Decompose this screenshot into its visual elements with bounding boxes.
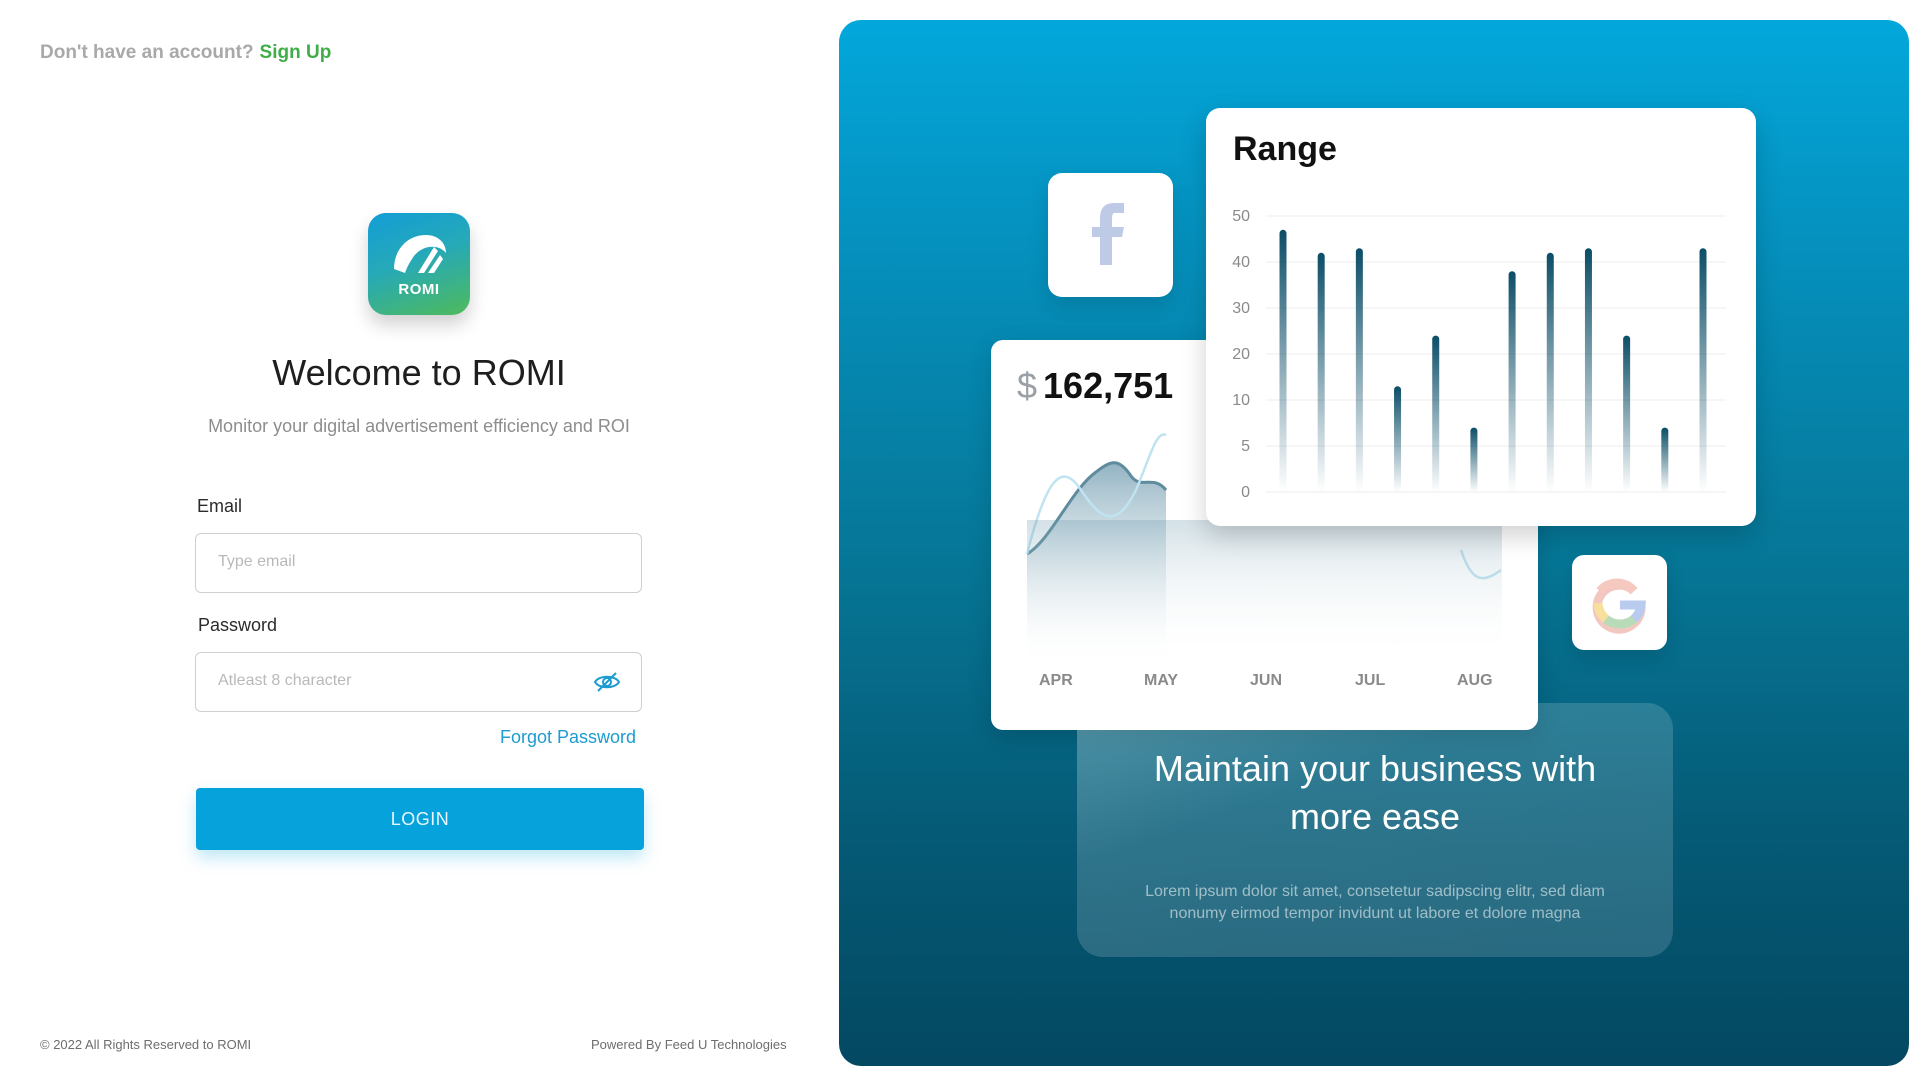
- info-card: Maintain your business with more ease Lo…: [1077, 703, 1673, 957]
- month-label: JUL: [1355, 672, 1386, 689]
- footer-powered-by: Powered By Feed U Technologies: [591, 1037, 787, 1052]
- google-icon: [1592, 578, 1646, 634]
- y-tick-label: 40: [1232, 254, 1250, 271]
- month-label: JUN: [1250, 672, 1283, 689]
- range-bar-chart: 504030201050: [1232, 208, 1726, 501]
- chart-bar: [1317, 252, 1325, 492]
- email-label: Email: [197, 496, 243, 516]
- password-label: Password: [198, 615, 278, 635]
- chart-bar: [1661, 427, 1669, 492]
- signup-question: Don't have an account?: [40, 42, 254, 63]
- info-heading: Maintain your business with more ease: [1077, 745, 1673, 841]
- romi-logo: ROMI: [368, 213, 470, 315]
- month-label: MAY: [1144, 672, 1179, 689]
- logo-emblem-icon: [394, 235, 446, 273]
- email-input[interactable]: [196, 534, 598, 590]
- month-label: AUG: [1457, 672, 1493, 689]
- chart-bar: [1432, 335, 1440, 492]
- y-tick-label: 30: [1232, 300, 1250, 317]
- range-chart-card: Range 50 40 30 20 10 5 0: [1206, 108, 1756, 526]
- password-field-container: [195, 652, 642, 712]
- info-heading-line: Maintain your business with: [1153, 748, 1597, 789]
- chart-bar: [1470, 427, 1478, 492]
- y-tick-label: 0: [1241, 484, 1250, 501]
- signup-link[interactable]: Sign Up: [260, 42, 332, 63]
- y-tick-label: 10: [1232, 392, 1250, 409]
- logo-text: ROMI: [398, 281, 440, 298]
- info-body-line: Lorem ipsum dolor sit amet, consetetur s…: [1145, 883, 1605, 900]
- email-field-container: [195, 533, 642, 593]
- facebook-card: [1048, 173, 1173, 297]
- chart-bar: [1355, 248, 1363, 492]
- eye-slash-icon[interactable]: [593, 670, 621, 694]
- page-title: Welcome to ROMI: [272, 352, 566, 393]
- hero-panel: $162,751 APR MAY JUN JUL AUG Range 50 40…: [839, 20, 1909, 1066]
- chart-bar: [1699, 248, 1707, 492]
- google-card: [1572, 555, 1667, 650]
- chart-bar: [1508, 271, 1516, 492]
- y-tick-label: 20: [1232, 346, 1250, 363]
- facebook-icon: [1092, 203, 1124, 265]
- month-label: APR: [1039, 672, 1073, 689]
- login-button[interactable]: LOGIN: [196, 788, 644, 850]
- forgot-password-link[interactable]: Forgot Password: [500, 727, 636, 748]
- info-body-line: nonumy eirmod tempor invidunt ut labore …: [1169, 905, 1581, 922]
- signup-prompt-row: Don't have an account? Sign Up: [40, 42, 331, 64]
- footer-copyright: © 2022 All Rights Reserved to ROMI: [40, 1037, 252, 1052]
- chart-bar: [1584, 248, 1592, 492]
- info-heading-line: more ease: [1289, 796, 1461, 837]
- y-tick-label: 5: [1241, 438, 1250, 455]
- chart-bar: [1623, 335, 1631, 492]
- chart-bar: [1279, 229, 1287, 493]
- info-body: Lorem ipsum dolor sit amet, consetetur s…: [1125, 881, 1625, 925]
- page-subtitle: Monitor your digital advertisement effic…: [208, 416, 630, 436]
- password-input[interactable]: [196, 653, 598, 709]
- chart-bar: [1394, 386, 1402, 492]
- y-tick-label: 50: [1232, 208, 1250, 225]
- chart-bar: [1546, 252, 1554, 492]
